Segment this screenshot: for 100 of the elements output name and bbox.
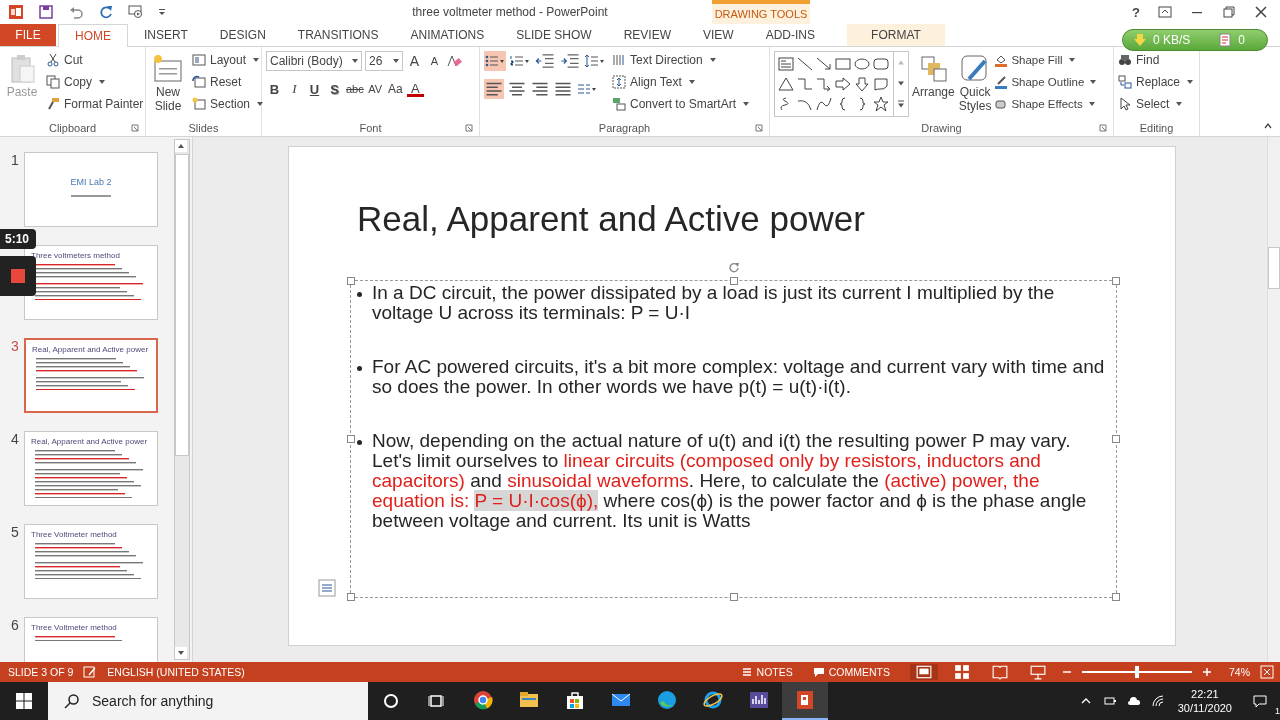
ribbon-tab[interactable]: TRANSITIONS [281, 24, 395, 46]
cut-button[interactable]: Cut [46, 51, 144, 69]
ribbon-tab[interactable]: REVIEW [607, 24, 687, 46]
font-style-button[interactable]: Aa [386, 79, 404, 99]
customize-caret-icon[interactable] [158, 8, 166, 16]
triangle-shape-icon[interactable] [777, 76, 795, 92]
slide-thumbnail[interactable]: Three voltmeters method [24, 245, 158, 320]
zoom-level[interactable]: 74% [1222, 666, 1250, 678]
scroll-up-icon[interactable] [175, 140, 187, 152]
undo-icon[interactable] [68, 4, 84, 20]
arrow-shape-icon[interactable] [815, 56, 833, 72]
taskbar-clock[interactable]: 22:21 30/11/2020 [1169, 687, 1240, 715]
thumbnail-scrollbar[interactable] [174, 139, 190, 660]
slide-thumbnail[interactable]: Real, Apparent and Active power [24, 338, 158, 413]
save-icon[interactable] [38, 4, 54, 20]
selection-handle[interactable] [347, 277, 355, 285]
notification-icon[interactable] [1253, 694, 1267, 708]
font-style-button[interactable]: U [306, 79, 323, 99]
align-left-icon[interactable] [484, 79, 504, 99]
rotate-handle-icon[interactable] [727, 261, 740, 273]
slide-thumbnail[interactable]: Three Voltmeter method [24, 617, 158, 662]
language-label[interactable]: ENGLISH (UNITED STATES) [107, 666, 245, 678]
down-arrow-shape-icon[interactable] [853, 76, 871, 92]
ribbon-tab[interactable]: ADD-INS [749, 24, 831, 46]
slide-scrollbar[interactable] [1267, 137, 1280, 662]
find-button[interactable]: Find [1118, 51, 1194, 69]
dialog-launcher-icon[interactable] [1099, 124, 1107, 132]
shrink-font-button[interactable]: A [426, 51, 443, 71]
clear-formatting-icon[interactable] [446, 53, 462, 69]
font-name-box[interactable]: Calibri (Body) [266, 51, 362, 71]
wave-shape-icon[interactable] [815, 96, 833, 112]
font-style-button[interactable]: S [326, 79, 343, 99]
font-style-button[interactable]: abc [346, 79, 364, 99]
arrange-button[interactable]: Arrange [911, 51, 956, 119]
ribbon-tab[interactable]: FILE [0, 24, 56, 46]
font-size-box[interactable]: 26 [365, 51, 403, 71]
selection-handle[interactable] [347, 593, 355, 601]
align-text-button[interactable]: Align Text [612, 73, 750, 91]
reset-button[interactable]: Reset [192, 73, 264, 91]
restore-icon[interactable] [1222, 5, 1236, 19]
ribbon-tab[interactable]: SLIDE SHOW [500, 24, 608, 46]
zoom-in-icon[interactable] [1202, 667, 1212, 677]
shape-outline-button[interactable]: Shape Outline [994, 73, 1097, 91]
scroll-thumb[interactable] [1268, 247, 1280, 289]
wifi-icon[interactable] [1150, 694, 1165, 708]
copy-button[interactable]: Copy [46, 73, 144, 91]
layout-button[interactable]: Layout [192, 51, 264, 69]
ribbon-tab[interactable]: VIEW [686, 24, 750, 46]
help-button[interactable]: ? [1132, 4, 1140, 20]
cloud-icon[interactable] [1126, 694, 1141, 708]
rect-shape-icon[interactable] [834, 56, 852, 72]
zoom-slider-thumb[interactable] [1135, 666, 1139, 678]
device-icon[interactable] [1102, 694, 1117, 708]
selection-handle[interactable] [347, 435, 355, 443]
scroll-thumb[interactable] [175, 154, 189, 456]
grow-font-button[interactable]: A [406, 51, 423, 71]
selection-handle[interactable] [1112, 277, 1120, 285]
slide-title[interactable]: Real, Apparent and Active power [357, 199, 1175, 241]
line-shape-icon[interactable] [796, 56, 814, 72]
dialog-launcher-icon[interactable] [131, 124, 139, 132]
redo-icon[interactable] [98, 4, 114, 20]
ribbon-display-icon[interactable] [1158, 5, 1172, 19]
selection-handle[interactable] [729, 593, 738, 601]
slide-thumbnail[interactable]: Three Voltmeter method [24, 524, 158, 599]
ribbon-tab[interactable]: DESIGN [203, 24, 282, 46]
font-style-button[interactable]: A [406, 81, 424, 97]
bullets-icon[interactable] [484, 51, 506, 71]
smartart-button[interactable]: Convert to SmartArt [612, 95, 750, 113]
elbow-arrow-shape-icon[interactable] [815, 76, 833, 92]
slideshow-icon[interactable] [128, 4, 144, 20]
rounded-shape-icon[interactable] [872, 56, 890, 72]
ellipse-shape-icon[interactable] [853, 56, 871, 72]
decrease-indent-icon[interactable] [534, 51, 556, 71]
collapse-ribbon-icon[interactable] [1264, 122, 1272, 130]
ribbon-tab[interactable]: ANIMATIONS [394, 24, 501, 46]
shape-fill-button[interactable]: Shape Fill [994, 51, 1097, 69]
quick-styles-button[interactable]: Quick Styles [957, 51, 993, 119]
text-direction-button[interactable]: Text Direction [612, 51, 750, 69]
slide-thumbnail[interactable]: EMI Lab 2 [24, 152, 158, 227]
taskbar-button[interactable] [782, 682, 828, 720]
comments-button[interactable]: COMMENTS [812, 666, 890, 678]
select-button[interactable]: Select [1118, 95, 1194, 113]
ribbon-tab[interactable]: INSERT [128, 24, 204, 46]
flowchart-shape-icon[interactable] [872, 76, 890, 92]
dialog-launcher-icon[interactable] [465, 124, 473, 132]
right-arrow-shape-icon[interactable] [834, 76, 852, 92]
section-button[interactable]: Section [192, 95, 264, 113]
fit-slide-icon[interactable] [1260, 665, 1274, 679]
format-painter-button[interactable]: Format Painter [46, 95, 144, 113]
selection-handle[interactable] [729, 277, 738, 285]
stop-recording-button[interactable] [0, 256, 36, 296]
selection-handle[interactable] [1112, 593, 1120, 601]
slide-thumbnail[interactable]: Real, Apparent and Active power [24, 431, 158, 506]
taskbar-search-field[interactable]: Search for anything [48, 682, 368, 720]
spelling-icon[interactable] [83, 665, 98, 679]
increase-indent-icon[interactable] [559, 51, 581, 71]
notes-button[interactable]: NOTES [740, 666, 793, 678]
star-shape-icon[interactable] [872, 96, 890, 112]
selection-handle[interactable] [1112, 435, 1120, 443]
normal-view-icon[interactable] [910, 664, 938, 680]
